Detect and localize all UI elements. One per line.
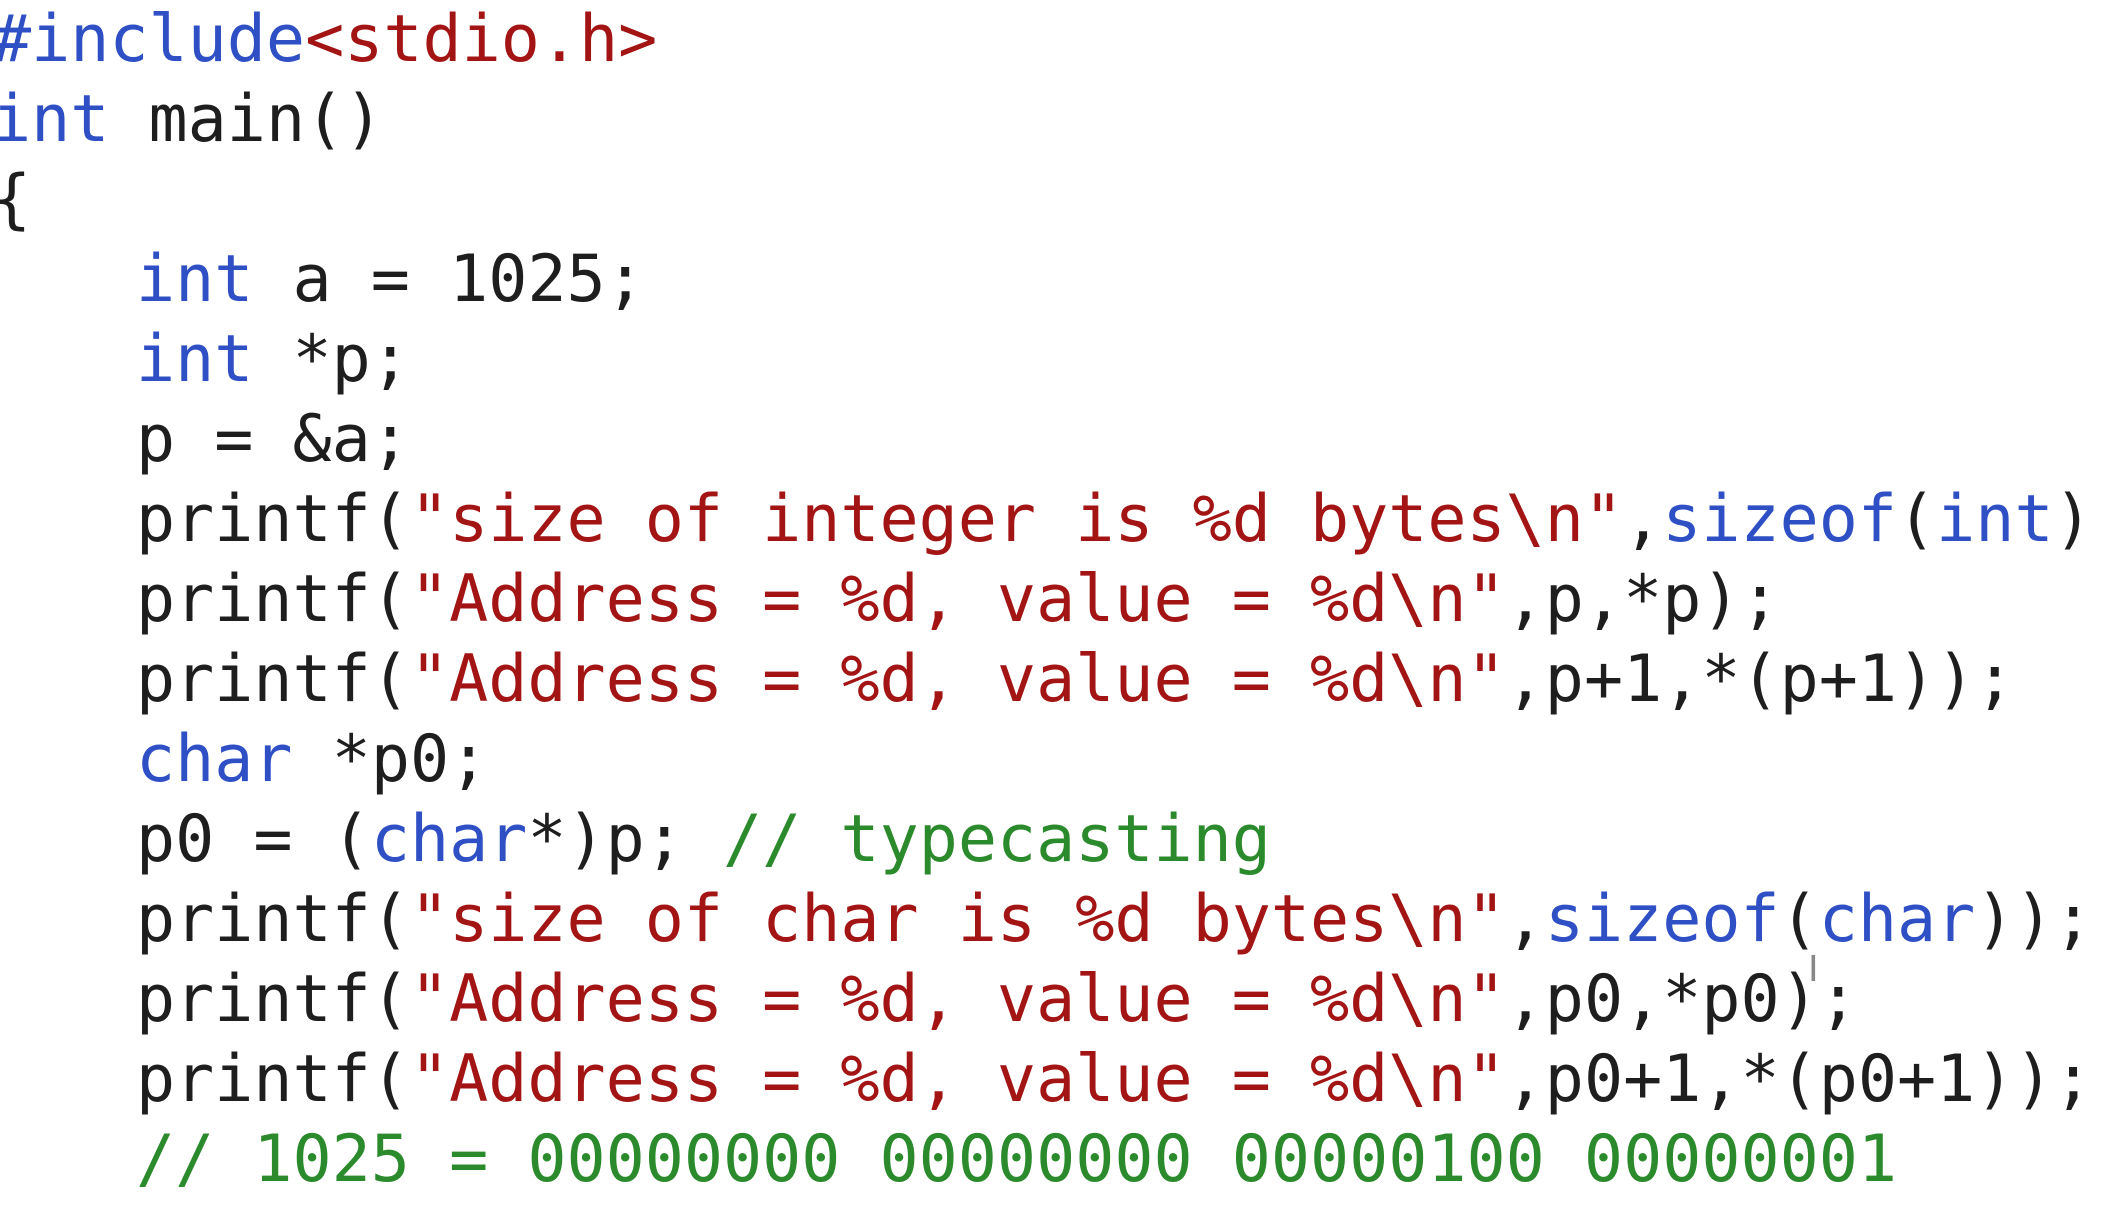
code-text-token: ,p0,*p0); (1505, 962, 1858, 1037)
keyword-token: int (136, 322, 254, 397)
code-line-1[interactable]: #include<stdio.h> (0, 0, 2102, 80)
keyword-token: char (1818, 882, 1976, 957)
keyword-token: int (136, 242, 254, 317)
code-line-6[interactable]: p = &a; (0, 400, 2102, 480)
code-text-token: )); (2053, 482, 2102, 557)
code-line-9[interactable]: printf("Address = %d, value = %d\n",p+1,… (0, 640, 2102, 720)
code-text-token: printf( (136, 962, 410, 1037)
code-text-token: p = &a; (136, 402, 410, 477)
code-line-5[interactable]: int *p; (0, 320, 2102, 400)
code-text-token: p0 = ( (136, 802, 371, 877)
code-line-7[interactable]: printf("size of integer is %d bytes\n",s… (0, 480, 2102, 560)
keyword-token: int (0, 82, 110, 157)
code-line-8[interactable]: printf("Address = %d, value = %d\n",p,*p… (0, 560, 2102, 640)
code-text-token: ( (1897, 482, 1937, 557)
string-token: "size of char is %d bytes\n" (409, 882, 1506, 957)
keyword-token: sizeof (1662, 482, 1898, 557)
string-token: "size of integer is %d bytes\n" (409, 482, 1624, 557)
code-text-token: { (0, 162, 31, 237)
text-cursor-icon: I (1808, 949, 1819, 990)
code-line-4[interactable]: int a = 1025; (0, 240, 2102, 320)
code-text-token: printf( (136, 882, 410, 957)
keyword-token: char (136, 722, 293, 797)
code-text-token: printf( (136, 562, 410, 637)
string-token: "Address = %d, value = %d\n" (409, 962, 1506, 1037)
code-text-token: printf( (136, 642, 410, 717)
code-text-token: *p; (253, 322, 410, 397)
code-text-token: ,p+1,*(p+1)); (1505, 642, 2015, 717)
string-token: "Address = %d, value = %d\n" (409, 562, 1506, 637)
code-text-token: ,p0+1,*(p0+1)); (1505, 1042, 2093, 1117)
code-line-15[interactable]: // 1025 = 00000000 00000000 00000100 000… (0, 1120, 2102, 1200)
string-token: "Address = %d, value = %d\n" (409, 1042, 1506, 1117)
code-text-token: printf( (136, 482, 410, 557)
comment-token: // 1025 = 00000000 00000000 00000100 000… (136, 1122, 1897, 1197)
keyword-token: char (370, 802, 528, 877)
string-token: "Address = %d, value = %d\n" (409, 642, 1506, 717)
code-text-token: main() (109, 82, 384, 157)
code-text-token: *)p; (527, 802, 724, 877)
code-line-14[interactable]: printf("Address = %d, value = %d\n",p0+1… (0, 1040, 2102, 1120)
preprocessor-token: #include (0, 2, 306, 77)
code-text-token: printf( (136, 1042, 410, 1117)
code-line-2[interactable]: int main() (0, 80, 2102, 160)
code-editor[interactable]: #include<stdio.h>int main(){int a = 1025… (0, 0, 2102, 1205)
code-line-11[interactable]: p0 = (char*)p; // typecasting (0, 800, 2102, 880)
code-text-token: ,p,*p); (1505, 562, 1780, 637)
code-line-13[interactable]: printf("Address = %d, value = %d\n",p0,*… (0, 960, 2102, 1040)
comment-token: // typecasting (723, 802, 1271, 877)
code-text-token: a = 1025; (253, 242, 645, 317)
code-text-token: )); (1975, 882, 2093, 957)
code-line-12[interactable]: printf("size of char is %d bytes\n",size… (0, 880, 2102, 960)
code-text-token: , (1505, 882, 1545, 957)
code-text-token: , (1623, 482, 1663, 557)
keyword-token: int (1936, 482, 2054, 557)
code-text-token: *p0; (292, 722, 489, 797)
keyword-token: sizeof (1544, 882, 1780, 957)
code-line-3[interactable]: { (0, 160, 2102, 240)
string-token: <stdio.h> (305, 2, 658, 77)
code-text-token: ( (1779, 882, 1819, 957)
code-line-10[interactable]: char *p0; (0, 720, 2102, 800)
code-area[interactable]: #include<stdio.h>int main(){int a = 1025… (0, 0, 2102, 1200)
